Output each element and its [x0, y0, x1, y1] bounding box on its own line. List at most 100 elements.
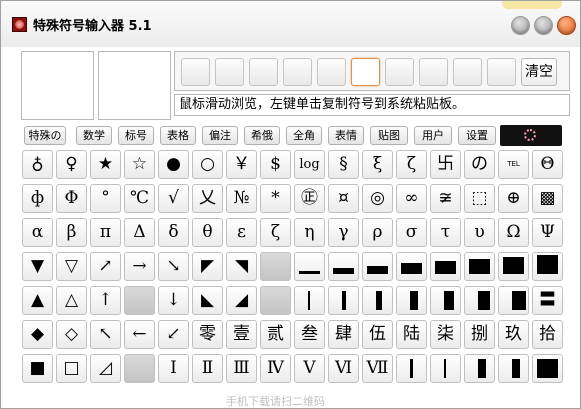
symbol-cell[interactable]: Δ — [124, 218, 155, 247]
symbol-cell[interactable]: δ — [158, 218, 189, 247]
symbol-cell[interactable]: の — [464, 150, 495, 179]
symbol-cell[interactable]: η — [294, 218, 325, 247]
symbol-cell[interactable]: → — [124, 252, 155, 281]
symbol-cell[interactable]: ζ — [396, 150, 427, 179]
symbol-cell[interactable]: 陆 — [396, 320, 427, 349]
symbol-cell[interactable]: № — [226, 184, 257, 213]
symbol-cell[interactable]: 乂 — [192, 184, 223, 213]
symbol-cell[interactable]: ■ — [22, 354, 53, 383]
symbol-cell[interactable] — [328, 252, 359, 281]
symbol-cell[interactable] — [294, 252, 325, 281]
symbol-cell[interactable]: ♁ — [22, 150, 53, 179]
symbol-cell[interactable]: ↗ — [90, 252, 121, 281]
symbol-cell[interactable]: 伍 — [362, 320, 393, 349]
symbol-cell[interactable]: Ⅲ — [226, 354, 257, 383]
close-button[interactable] — [557, 16, 576, 35]
symbol-cell[interactable]: ↖ — [90, 320, 121, 349]
symbol-cell[interactable] — [532, 252, 563, 281]
symbol-slot[interactable] — [487, 58, 516, 86]
symbol-cell[interactable]: ￥ — [226, 150, 257, 179]
symbol-cell[interactable]: ★ — [90, 150, 121, 179]
symbol-cell[interactable]: ¤ — [328, 184, 359, 213]
settings-button[interactable] — [534, 16, 553, 35]
symbol-cell[interactable]: θ — [192, 218, 223, 247]
symbol-cell[interactable]: ◆ — [22, 320, 53, 349]
tab-item[interactable]: 偏注 — [202, 126, 238, 145]
symbol-cell[interactable]: ◇ — [56, 320, 87, 349]
symbol-cell[interactable]: 拾 — [532, 320, 563, 349]
symbol-cell[interactable]: υ — [464, 218, 495, 247]
symbol-cell[interactable] — [294, 286, 325, 315]
symbol-slot[interactable] — [249, 58, 278, 86]
symbol-cell[interactable]: γ — [328, 218, 359, 247]
symbol-cell[interactable]: √ — [158, 184, 189, 213]
symbol-cell[interactable]: 肆 — [328, 320, 359, 349]
symbol-cell[interactable]: 捌 — [464, 320, 495, 349]
symbol-cell[interactable]: Ψ — [532, 218, 563, 247]
symbol-cell[interactable]: ◥ — [226, 252, 257, 281]
tab-item[interactable]: 表格 — [160, 126, 196, 145]
minimize-button[interactable] — [511, 16, 530, 35]
symbol-cell[interactable]: 卐 — [430, 150, 461, 179]
tab-item[interactable]: 希俄 — [244, 126, 280, 145]
symbol-cell[interactable]: Ⅴ — [294, 354, 325, 383]
tab-item[interactable]: 全角 — [286, 126, 322, 145]
symbol-cell[interactable]: TEL — [498, 150, 529, 179]
symbol-slot[interactable] — [317, 58, 346, 86]
symbol-slot[interactable] — [351, 58, 380, 86]
clear-button[interactable]: 清空 — [521, 58, 557, 86]
symbol-cell[interactable] — [396, 286, 427, 315]
symbol-slot[interactable] — [453, 58, 482, 86]
symbol-cell[interactable]: 玖 — [498, 320, 529, 349]
symbol-cell[interactable]: π — [90, 218, 121, 247]
tab-item[interactable]: 标号 — [118, 126, 154, 145]
symbol-cell[interactable] — [328, 286, 359, 315]
symbol-cell[interactable]: ▩ — [532, 184, 563, 213]
symbol-cell[interactable]: α — [22, 218, 53, 247]
symbol-cell[interactable] — [396, 252, 427, 281]
symbol-cell[interactable] — [396, 354, 427, 383]
symbol-cell[interactable]: ↘ — [158, 252, 189, 281]
symbol-cell[interactable]: β — [56, 218, 87, 247]
symbol-cell[interactable]: 壹 — [226, 320, 257, 349]
symbol-cell[interactable] — [362, 252, 393, 281]
symbol-cell[interactable]: ζ — [260, 218, 291, 247]
symbol-cell[interactable] — [430, 354, 461, 383]
symbol-cell[interactable]: ε — [226, 218, 257, 247]
symbol-cell[interactable]: ♀ — [56, 150, 87, 179]
tab-item[interactable]: 特殊の — [24, 126, 66, 145]
symbol-cell[interactable] — [498, 286, 529, 315]
symbol-cell[interactable]: Ω — [498, 218, 529, 247]
tab-item[interactable]: 数学 — [76, 126, 112, 145]
symbol-cell[interactable]: 叁 — [294, 320, 325, 349]
symbol-cell[interactable]: ▲ — [22, 286, 53, 315]
symbol-cell[interactable]: ℃ — [124, 184, 155, 213]
symbol-cell[interactable]: ↑ — [90, 286, 121, 315]
symbol-cell[interactable] — [260, 286, 291, 315]
symbol-cell[interactable]: ▽ — [56, 252, 87, 281]
symbol-cell[interactable] — [260, 252, 291, 281]
symbol-cell[interactable]: ≆ — [430, 184, 461, 213]
symbol-cell[interactable] — [532, 354, 563, 383]
symbol-cell[interactable]: 柒 — [430, 320, 461, 349]
symbol-cell[interactable] — [362, 286, 393, 315]
symbol-cell[interactable] — [498, 354, 529, 383]
tab-item[interactable]: 贴图 — [370, 126, 408, 145]
symbol-cell[interactable]: ☆ — [124, 150, 155, 179]
symbol-cell[interactable]: ◣ — [192, 286, 223, 315]
symbol-cell[interactable]: ㊣ — [294, 184, 325, 213]
symbol-cell[interactable]: Ⅱ — [192, 354, 223, 383]
symbol-cell[interactable]: § — [328, 150, 359, 179]
symbol-cell[interactable]: ◤ — [192, 252, 223, 281]
symbol-slot[interactable] — [215, 58, 244, 86]
symbol-cell[interactable]: Ⅰ — [158, 354, 189, 383]
symbol-cell[interactable]: Φ — [56, 184, 87, 213]
symbol-cell[interactable]: ⬚ — [464, 184, 495, 213]
symbol-cell[interactable] — [464, 354, 495, 383]
symbol-cell[interactable]: ● — [158, 150, 189, 179]
logo-icon[interactable] — [500, 125, 562, 146]
symbol-cell[interactable]: ▼ — [22, 252, 53, 281]
symbol-cell[interactable] — [124, 354, 155, 383]
symbol-cell[interactable]: ↓ — [158, 286, 189, 315]
title-bar[interactable]: 特殊符号输入器 5.1 — [1, 1, 580, 47]
